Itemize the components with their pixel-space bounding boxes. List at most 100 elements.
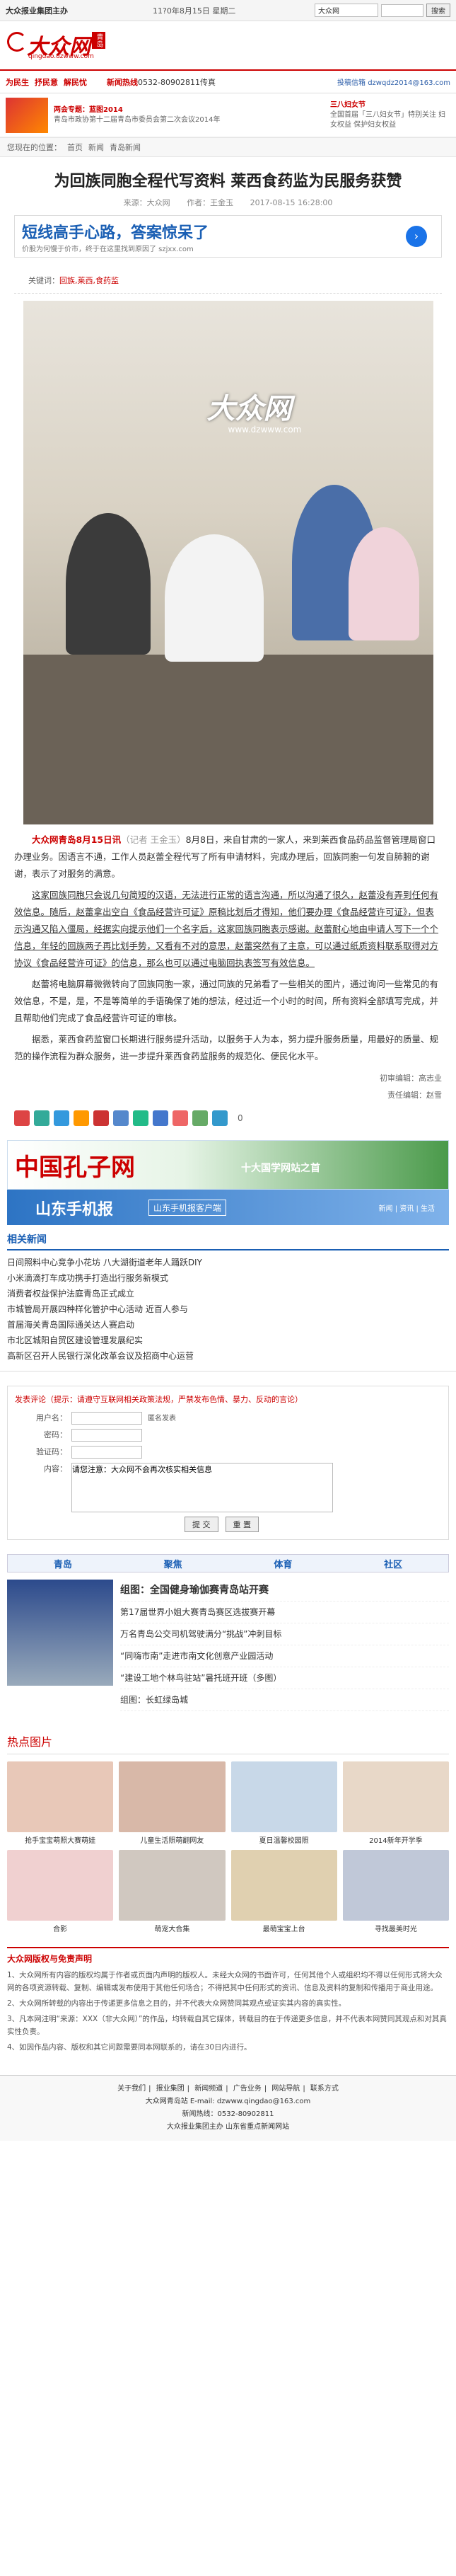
hot-pictures-title: 热点图片	[7, 1732, 449, 1754]
submit-button[interactable]: 提 交	[185, 1517, 218, 1532]
renren-icon[interactable]	[93, 1110, 109, 1126]
ad-banner[interactable]: 短线高手心路，答案惊呆了 价股为何慢于价市，终于在这里找到原因了 szjxx.c…	[14, 215, 442, 258]
related-item[interactable]: 市城管局开展四种样化管护中心活动 近百人参与	[7, 1301, 449, 1317]
nav-link-minsheng[interactable]: 为民生	[6, 76, 29, 88]
comment-anon-checkbox[interactable]: 匿名发表	[148, 1412, 176, 1422]
footer-link[interactable]: 关于我们	[117, 2085, 146, 2093]
editor-first: 初审编辑：高志业	[380, 1074, 442, 1083]
related-item[interactable]: 小米滴滴打车成功携手打造出行服务新模式	[7, 1270, 449, 1286]
site-select[interactable]: 大众网	[315, 4, 378, 17]
promo-right[interactable]: 三八妇女节 全国首届「三八妇女节」特别关注 妇女权益 保护妇女权益	[330, 100, 450, 130]
search-input[interactable]	[381, 4, 423, 17]
phone-right: 新闻 | 资讯 | 生活	[378, 1205, 435, 1213]
nav-link-minyou[interactable]: 解民忧	[64, 76, 87, 88]
qq-icon[interactable]	[54, 1110, 69, 1126]
hot-picture[interactable]: 儿童生活照萌翻网友	[119, 1761, 226, 1844]
promo-left-title: 两会专题：蓝图2014	[54, 105, 123, 114]
comment-verify-input[interactable]	[71, 1446, 142, 1459]
photo-person	[348, 527, 419, 640]
breadcrumb-home[interactable]: 首页	[67, 142, 83, 153]
tab-community[interactable]: 社区	[338, 1557, 448, 1570]
site-logo[interactable]: 大众网 qingdao.dzwww.com 青岛	[7, 28, 113, 63]
hot-picture[interactable]: 寻找最美时光	[342, 1850, 449, 1933]
copyright-line: 4、如因作品内容、版权和其它问题需要同本网联系的，请在30日内进行。	[7, 2043, 252, 2052]
hot-picture[interactable]: 最萌宝宝上台	[230, 1850, 337, 1933]
weibo-icon[interactable]	[14, 1110, 30, 1126]
news-item[interactable]: “同嗨市南”走进市南文化创意产业园活动	[120, 1645, 449, 1667]
footer-link[interactable]: 联系方式	[310, 2085, 339, 2093]
kaixin-icon[interactable]	[153, 1110, 168, 1126]
comment-pass-label: 密码：	[44, 1430, 67, 1439]
comment-content-row: 内容： 请您注意：大众网不会再次核实相关信息	[15, 1463, 441, 1512]
news-item[interactable]: 第17届世界小姐大赛青岛赛区选拔赛开幕	[120, 1602, 449, 1623]
douban-icon[interactable]	[133, 1110, 148, 1126]
footer-company: 大众网青岛站 E-mail: dzwww.qingdao@163.com	[145, 2098, 311, 2105]
hot-picture[interactable]: 抢手宝宝萌照大赛萌娃	[7, 1761, 114, 1844]
article-paragraph: 大众网青岛8月15日讯（记者 王金玉）8月8日，来自甘肃的一家人，来到莱西食品药…	[0, 832, 456, 882]
comment-verify-row: 验证码：	[15, 1446, 441, 1459]
related-item[interactable]: 日间照料中心竞争小花坊 八大湖街道老年人踊跃DIY	[7, 1255, 449, 1270]
footer-link[interactable]: 报业集团	[156, 2085, 185, 2093]
tab-sports[interactable]: 体育	[228, 1557, 339, 1570]
news-image[interactable]	[7, 1580, 113, 1686]
kongzi-banner[interactable]: 中国孔子网 十大国学网站之首	[7, 1140, 449, 1190]
copyright-notice: 大众网版权与免责声明 1、大众网所有内容的版权均属于作者或页面内声明的版权人。未…	[7, 1947, 449, 2054]
qzone-icon[interactable]	[74, 1110, 89, 1126]
photo-person	[65, 513, 151, 655]
article-reporter: （记者 王金玉）	[121, 834, 186, 845]
footer-link[interactable]: 网站导航	[271, 2085, 300, 2093]
news-item[interactable]: “建设工地个林鸟驻站”暑托班开班（多图）	[120, 1667, 449, 1689]
news-item[interactable]: 组图：全国健身瑜伽赛青岛站开赛	[120, 1580, 449, 1602]
more-share-icon[interactable]	[212, 1110, 228, 1126]
wechat-icon[interactable]	[34, 1110, 49, 1126]
hot-picture[interactable]: 萌宠大合集	[119, 1850, 226, 1933]
promo-image[interactable]	[6, 97, 48, 133]
phone-title: 山东手机报	[35, 1201, 114, 1219]
hot-picture-image	[342, 1850, 449, 1921]
related-item[interactable]: 消费者权益保护法庭青岛正式成立	[7, 1286, 449, 1301]
article-paragraph: 据悉，莱西食药监窗口长期进行服务提升活动，以服务于人为本，努力提升服务质量，用最…	[0, 1031, 456, 1065]
related-item[interactable]: 首届海关青岛国际通关达人赛启动	[7, 1317, 449, 1333]
news-item[interactable]: 万名青岛公交司机驾驶满分“挑战”冲刺目标	[120, 1623, 449, 1645]
copyright-line: 3、凡本网注明“来源：XXX（非大众网）”的作品，均转载自其它媒体，转载目的在于…	[7, 2015, 447, 2036]
hotline-number: 0532-80902811传真	[138, 77, 216, 87]
comment-content-textarea[interactable]: 请您注意：大众网不会再次核实相关信息	[71, 1463, 333, 1512]
breadcrumb-qingdao[interactable]: 青岛新闻	[110, 142, 141, 153]
related-title: 相关新闻	[7, 1232, 449, 1250]
footer-link[interactable]: 广告业务	[233, 2085, 262, 2093]
sohu-icon[interactable]	[192, 1110, 208, 1126]
hot-picture[interactable]: 夏日温馨校园照	[230, 1761, 337, 1844]
breadcrumb-label: 您现在的位置：	[7, 143, 62, 152]
hot-picture[interactable]: 合影	[7, 1850, 114, 1933]
contribute-mail[interactable]: 投稿信箱 dzwqdz2014@163.com	[337, 76, 450, 87]
hot-picture[interactable]: 2014新年开学季	[342, 1761, 449, 1844]
news-tabs: 青岛 聚焦 体育 社区	[7, 1554, 449, 1572]
photo-watermark: 大众网	[206, 392, 292, 425]
breadcrumb-news[interactable]: 新闻	[88, 142, 104, 153]
comment-user-input[interactable]	[71, 1412, 142, 1425]
article-photo: 大众网 www.dzwww.com	[23, 301, 433, 824]
chevron-right-icon[interactable]: ›	[406, 226, 427, 247]
footer-link[interactable]: 新闻频道	[194, 2085, 223, 2093]
nav-link-minyi[interactable]: 抒民意	[35, 76, 58, 88]
search-button[interactable]: 搜索	[426, 4, 450, 17]
reset-button[interactable]: 重 置	[225, 1517, 259, 1532]
hot-picture-caption: 儿童生活照萌翻网友	[140, 1837, 204, 1844]
hot-picture-caption: 萌宠大合集	[154, 1926, 190, 1933]
logo-mark-icon	[7, 32, 27, 52]
tencent-weibo-icon[interactable]	[113, 1110, 129, 1126]
related-item[interactable]: 市北区城阳自贸区建设管理发展纪实	[7, 1333, 449, 1348]
keywords-value[interactable]: 回族,莱西,食药监	[59, 276, 119, 285]
tab-qingdao[interactable]: 青岛	[8, 1557, 118, 1570]
tab-focus[interactable]: 聚焦	[118, 1557, 228, 1570]
logo-sub: qingdao.dzwww.com	[28, 53, 94, 60]
phone-banner[interactable]: 山东手机报 山东手机报客户端 新闻 | 资讯 | 生活	[7, 1190, 449, 1225]
promo-left[interactable]: 两会专题：蓝图2014 青岛市政协第十二届青岛市委员会第二次会议2014年	[54, 105, 325, 125]
netease-icon[interactable]	[173, 1110, 188, 1126]
footer-copy: 大众报业集团主办 山东省重点新闻网站	[166, 2123, 290, 2131]
hot-picture-caption: 寻找最美时光	[374, 1926, 417, 1933]
comment-pass-input[interactable]	[71, 1429, 142, 1442]
news-item[interactable]: 组图：长虹绿岛城	[120, 1689, 449, 1711]
related-item[interactable]: 高新区召开人民银行深化改革会议及招商中心运营	[7, 1348, 449, 1364]
article-source: 来源：大众网	[123, 198, 170, 207]
